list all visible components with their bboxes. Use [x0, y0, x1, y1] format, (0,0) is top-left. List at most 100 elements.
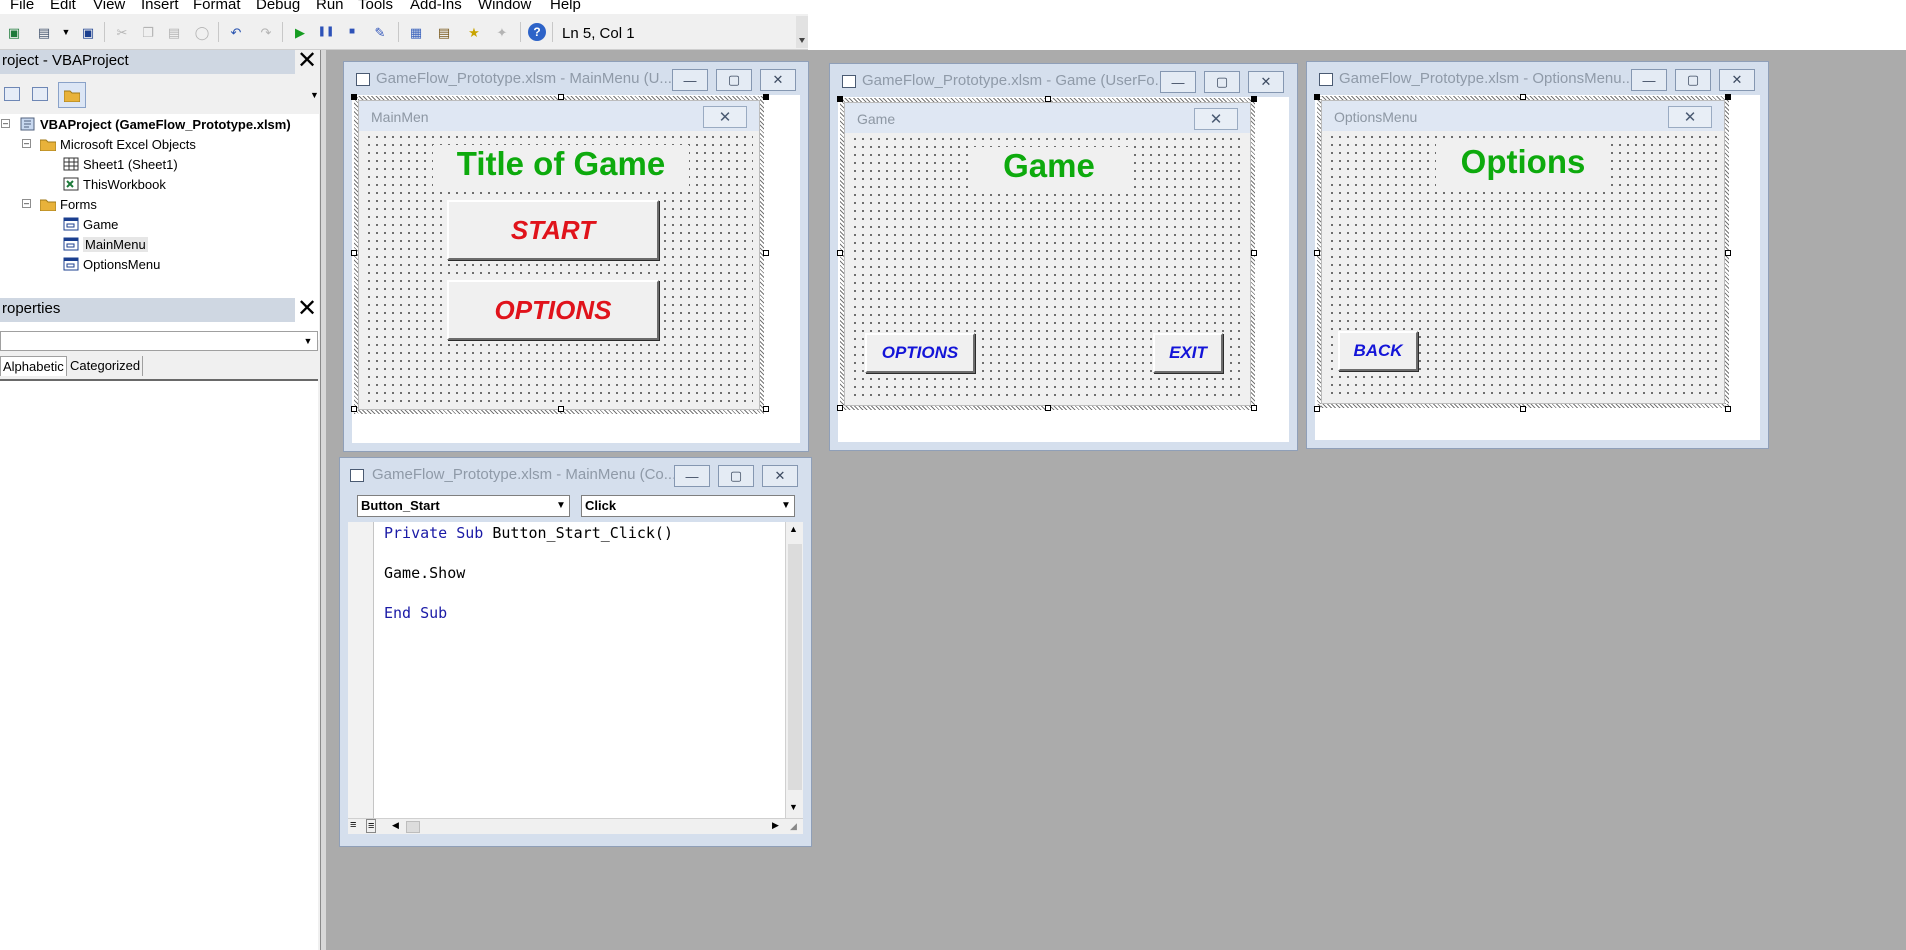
menu-tools[interactable]: Tools: [358, 0, 393, 13]
menu-edit[interactable]: Edit: [50, 0, 76, 13]
toggle-folders-icon[interactable]: [58, 82, 86, 108]
chevron-down-icon[interactable]: ▼: [553, 496, 569, 516]
maximize-button[interactable]: ▢: [1204, 71, 1240, 93]
resize-handle[interactable]: [763, 94, 769, 100]
properties-window-icon[interactable]: ▤: [436, 24, 452, 40]
horizontal-scrollbar[interactable]: ≡ ≡ ◀ ▶ ◢: [348, 818, 803, 834]
resize-handle[interactable]: [1251, 96, 1257, 102]
menu-file[interactable]: File: [10, 0, 34, 13]
window-title-bar[interactable]: GameFlow_Prototype.xlsm - MainMenu (Co..…: [340, 458, 811, 488]
object-browser-icon[interactable]: ★: [466, 24, 482, 40]
view-code-icon[interactable]: [4, 87, 20, 101]
options-button[interactable]: OPTIONS: [865, 333, 975, 373]
undo-icon[interactable]: ↶: [228, 24, 244, 40]
run-icon[interactable]: ▶: [292, 24, 308, 40]
resize-handle[interactable]: [351, 250, 357, 256]
code-editor[interactable]: Private Sub Button_Start_Click() Game.Sh…: [348, 522, 803, 834]
mainmenu-designer-window[interactable]: GameFlow_Prototype.xlsm - MainMenu (U...…: [343, 61, 809, 452]
maximize-button[interactable]: ▢: [716, 69, 752, 91]
resize-handle[interactable]: [837, 250, 843, 256]
resize-handle[interactable]: [1251, 405, 1257, 411]
tab-categorized[interactable]: Categorized: [68, 356, 144, 376]
splitter[interactable]: [320, 50, 326, 950]
tree-item-vbaproject[interactable]: VBAProject (GameFlow_Prototype.xlsm): [20, 115, 291, 133]
minimize-button[interactable]: —: [1160, 71, 1196, 93]
window-title-bar[interactable]: GameFlow_Prototype.xlsm - MainMenu (U...…: [344, 62, 808, 92]
redo-icon[interactable]: ↷: [258, 24, 274, 40]
find-icon[interactable]: ◯: [194, 24, 210, 40]
menu-window[interactable]: Window: [478, 0, 531, 13]
menu-debug[interactable]: Debug: [256, 0, 300, 13]
game-designer-window[interactable]: GameFlow_Prototype.xlsm - Game (UserFo..…: [829, 63, 1298, 451]
chevron-down-icon[interactable]: ▼: [300, 333, 316, 349]
close-icon[interactable]: ✕: [295, 297, 319, 322]
title-label[interactable]: Game: [969, 147, 1129, 191]
chevron-down-icon[interactable]: ▼: [58, 24, 74, 40]
back-button[interactable]: BACK: [1338, 331, 1418, 371]
resize-handle[interactable]: [351, 94, 357, 100]
toolbar-overflow-icon[interactable]: [796, 16, 808, 48]
vertical-scrollbar[interactable]: ▲ ▼: [785, 522, 803, 818]
game-form[interactable]: Game ✕ Game OPTIONS EXIT: [844, 102, 1251, 406]
scroll-right-icon[interactable]: ▶: [772, 820, 779, 831]
scroll-thumb[interactable]: [788, 544, 802, 790]
procedure-dropdown[interactable]: Click ▼: [581, 495, 795, 517]
full-module-view-icon[interactable]: ≡: [366, 819, 377, 833]
tree-item-sheet1[interactable]: Sheet1 (Sheet1): [63, 155, 178, 173]
title-label[interactable]: Title of Game: [433, 145, 689, 189]
insert-userform-icon[interactable]: ▤: [36, 24, 52, 40]
collapse-icon[interactable]: –: [22, 199, 31, 208]
object-selector[interactable]: ▼: [0, 331, 318, 351]
tree-item-thisworkbook[interactable]: ThisWorkbook: [63, 175, 166, 193]
help-icon[interactable]: ?: [528, 23, 546, 41]
resize-handle[interactable]: [1314, 94, 1320, 100]
close-button[interactable]: ✕: [1719, 69, 1755, 91]
scroll-down-icon[interactable]: ▼: [789, 802, 798, 812]
resize-handle[interactable]: [1045, 405, 1051, 411]
maximize-button[interactable]: ▢: [1675, 69, 1711, 91]
menu-format[interactable]: Format: [193, 0, 241, 13]
resize-handle[interactable]: [1725, 406, 1731, 412]
resize-handle[interactable]: [763, 250, 769, 256]
resize-handle[interactable]: [1314, 406, 1320, 412]
menu-help[interactable]: Help: [550, 0, 581, 13]
start-button[interactable]: START: [447, 200, 659, 260]
minimize-button[interactable]: —: [672, 69, 708, 91]
close-button[interactable]: ✕: [1248, 71, 1284, 93]
window-title-bar[interactable]: GameFlow_Prototype.xlsm - Game (UserFo..…: [830, 64, 1297, 94]
menu-add-ins[interactable]: Add-Ins: [410, 0, 462, 13]
optionsmenu-form[interactable]: OptionsMenu ✕ Options BACK: [1321, 100, 1725, 404]
resize-handle[interactable]: [558, 94, 564, 100]
tree-item-optionsmenu[interactable]: OptionsMenu: [63, 255, 160, 273]
resize-handle[interactable]: [763, 406, 769, 412]
resize-handle[interactable]: [1520, 94, 1526, 100]
collapse-icon[interactable]: –: [1, 119, 10, 128]
window-title-bar[interactable]: GameFlow_Prototype.xlsm - OptionsMenu...…: [1307, 62, 1768, 92]
minimize-button[interactable]: —: [674, 465, 710, 487]
mainmenu-form[interactable]: MainMen ✕ Title of Game START OPTIONS: [358, 100, 760, 410]
resize-handle[interactable]: [1725, 94, 1731, 100]
resize-handle[interactable]: [1251, 250, 1257, 256]
view-object-icon[interactable]: [32, 87, 48, 101]
object-dropdown[interactable]: Button_Start ▼: [357, 495, 570, 517]
resize-handle[interactable]: [837, 96, 843, 102]
project-explorer-icon[interactable]: ▦: [408, 24, 424, 40]
exit-button[interactable]: EXIT: [1153, 333, 1223, 373]
resize-handle[interactable]: [1520, 406, 1526, 412]
tree-item-forms[interactable]: Forms: [40, 195, 97, 213]
close-icon[interactable]: ✕: [295, 49, 319, 74]
scroll-left-icon[interactable]: ◀: [392, 820, 399, 831]
resize-handle[interactable]: [351, 406, 357, 412]
minimize-button[interactable]: —: [1631, 69, 1667, 91]
chevron-down-icon[interactable]: ▼: [310, 80, 320, 110]
maximize-button[interactable]: ▢: [718, 465, 754, 487]
optionsmenu-designer-window[interactable]: GameFlow_Prototype.xlsm - OptionsMenu...…: [1306, 61, 1769, 449]
chevron-down-icon[interactable]: ▼: [778, 496, 794, 516]
design-mode-icon[interactable]: ✎: [372, 24, 388, 40]
tree-item-mainmenu[interactable]: MainMenu: [63, 235, 148, 253]
menu-insert[interactable]: Insert: [141, 0, 179, 13]
menu-run[interactable]: Run: [316, 0, 344, 13]
cut-icon[interactable]: ✂: [114, 24, 130, 40]
save-icon[interactable]: ▣: [80, 24, 96, 40]
toolbox-icon[interactable]: ✦: [494, 24, 510, 40]
